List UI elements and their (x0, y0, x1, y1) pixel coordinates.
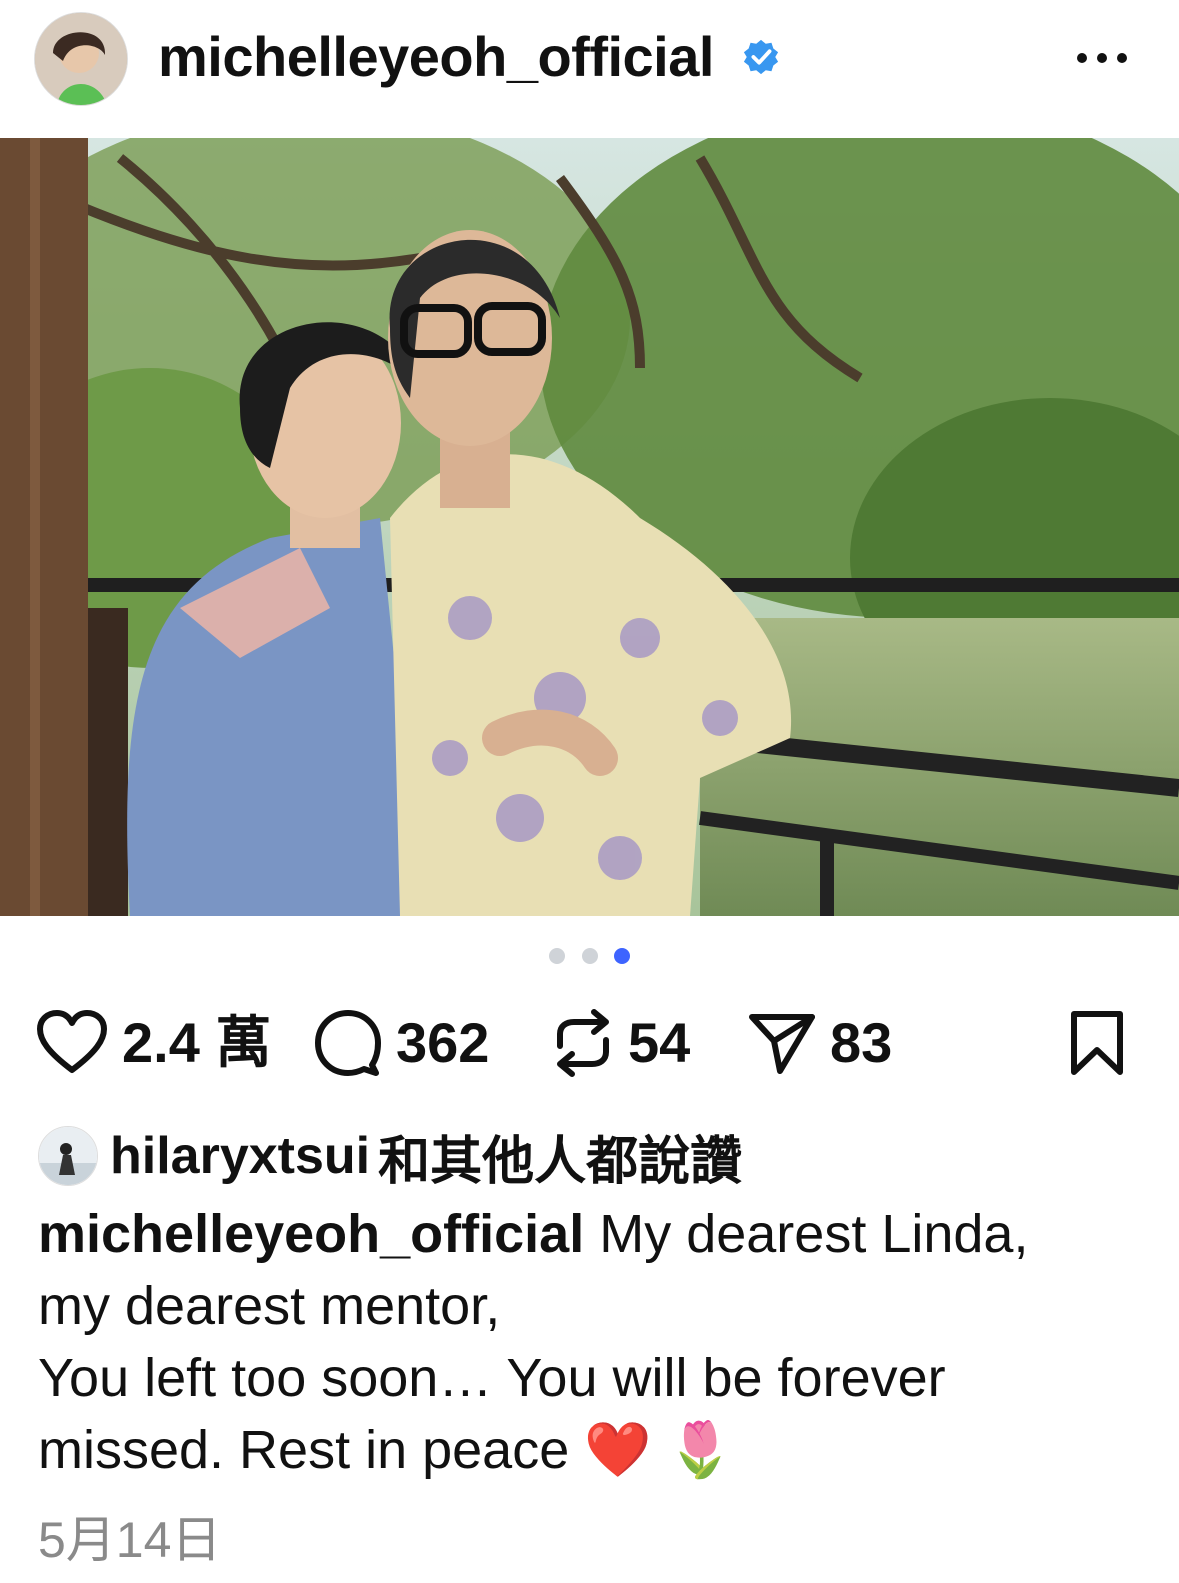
liked-by-row: hilaryxtsui 和其他人都說讚 (38, 1124, 742, 1191)
carousel-dot[interactable] (581, 948, 598, 964)
post-date: 5月14日 (38, 1512, 222, 1568)
caption-text-1: My dearest Linda, (599, 1204, 1029, 1264)
like-action: 2.4 萬 (36, 1003, 271, 1083)
post-caption: michelleyeoh_official My dearest Linda, … (38, 1198, 1138, 1486)
carousel-dot-active[interactable] (613, 948, 630, 964)
liker-username[interactable]: hilaryxtsui (110, 1126, 370, 1186)
repost-count[interactable]: 54 (628, 1003, 690, 1083)
verified-badge-icon (743, 39, 779, 75)
liked-by-suffix: 和其他人都說讚 (378, 1132, 743, 1191)
carousel-indicator (0, 948, 1179, 972)
post-photo[interactable] (0, 138, 1179, 916)
share-count[interactable]: 83 (830, 1003, 892, 1083)
caption-text-4: missed. Rest in peace ❤️ 🌷 (38, 1420, 734, 1480)
comment-icon[interactable] (314, 1009, 382, 1077)
share-action: 83 (748, 1003, 892, 1083)
post-username[interactable]: michelleyeoh_official (158, 24, 714, 90)
liker-avatar[interactable] (38, 1126, 98, 1186)
caption-text-3: You left too soon… You will be forever (38, 1348, 946, 1408)
profile-avatar[interactable] (34, 12, 128, 106)
save-action (1068, 1003, 1126, 1083)
action-bar: 2.4 萬 362 54 83 (0, 1003, 1179, 1083)
comment-action: 362 (314, 1003, 489, 1083)
caption-username[interactable]: michelleyeoh_official (38, 1204, 584, 1264)
repost-icon[interactable] (552, 1008, 614, 1078)
bookmark-icon[interactable] (1068, 1010, 1126, 1076)
post-header: michelleyeoh_official (0, 0, 1179, 120)
caption-text-2: my dearest mentor, (38, 1276, 501, 1336)
like-count[interactable]: 2.4 萬 (122, 1003, 271, 1083)
carousel-dot[interactable] (549, 948, 566, 964)
comment-count[interactable]: 362 (396, 1003, 489, 1083)
heart-icon[interactable] (36, 1010, 108, 1076)
share-icon[interactable] (748, 1011, 816, 1075)
caption-line-1: michelleyeoh_official My dearest Linda, (38, 1198, 1138, 1270)
repost-action: 54 (552, 1003, 690, 1083)
more-options-icon[interactable] (1074, 40, 1130, 76)
